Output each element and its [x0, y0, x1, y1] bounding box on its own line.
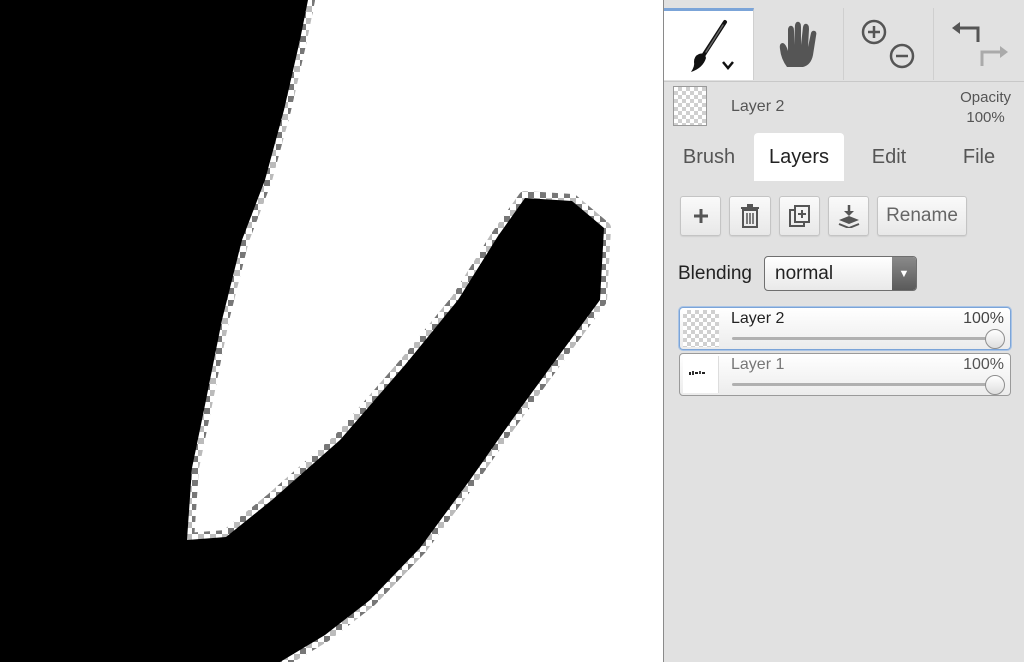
hand-icon: [779, 21, 816, 67]
layer-opacity: 100%: [963, 356, 1004, 373]
current-layer-info: Layer 2 Opacity 100%: [664, 82, 1024, 132]
blending-value: normal: [775, 263, 834, 284]
layer-name: Layer 1: [731, 356, 785, 373]
layer-row-layer-2[interactable]: Layer 2 100%: [679, 307, 1011, 350]
zoom-tool-button[interactable]: [844, 8, 934, 80]
layer-thumbnail: [683, 356, 719, 393]
undo-redo-icon: [952, 22, 1008, 66]
zoom-in-out-icon: [861, 19, 914, 69]
layer-row-layer-1[interactable]: Layer 1 100%: [679, 353, 1011, 396]
drawing-canvas[interactable]: [0, 0, 663, 662]
tab-edit[interactable]: Edit: [844, 133, 934, 181]
current-layer-name: Layer 2: [731, 98, 785, 115]
layer-opacity-slider-track[interactable]: [732, 383, 988, 386]
tab-brush[interactable]: Brush: [664, 133, 754, 181]
blending-select[interactable]: normal ▼: [764, 256, 917, 291]
layer-name: Layer 2: [731, 310, 785, 327]
brush-tool-button[interactable]: [664, 8, 754, 80]
duplicate-icon: [788, 205, 810, 227]
current-layer-thumbnail[interactable]: [673, 86, 707, 126]
merge-down-button[interactable]: [828, 196, 869, 236]
delete-layer-button[interactable]: [729, 196, 771, 236]
trash-icon: [741, 204, 759, 228]
layer-opacity-slider-handle[interactable]: [985, 329, 1005, 349]
opacity-value: 100%: [966, 109, 1005, 126]
blending-label: Blending: [678, 263, 752, 284]
tab-file[interactable]: File: [934, 133, 1024, 181]
canvas-artwork: [0, 0, 611, 662]
hand-tool-button[interactable]: [754, 8, 844, 80]
brush-icon: [690, 19, 734, 72]
duplicate-layer-button[interactable]: [779, 196, 820, 236]
layers-panel: Rename Blending normal ▼ Layer 2 100% La…: [664, 181, 1024, 662]
panel-tabs: Brush Layers Edit File: [664, 133, 1024, 181]
undo-redo-tool-button[interactable]: [934, 8, 1024, 80]
plus-icon: [693, 209, 708, 223]
side-panel: Layer 2 Opacity 100% Brush Layers Edit F…: [663, 0, 1024, 662]
layer-opacity-slider-track[interactable]: [732, 337, 988, 340]
opacity-label: Opacity: [960, 89, 1011, 106]
layer-opacity-slider-handle[interactable]: [985, 375, 1005, 395]
dropdown-arrow-icon: ▼: [892, 257, 916, 290]
toolbar: [664, 0, 1024, 82]
layer-opacity: 100%: [963, 310, 1004, 327]
layer-thumbnail: [683, 310, 719, 347]
add-layer-button[interactable]: [680, 196, 721, 236]
layer-thumbnail-artwork: [689, 371, 705, 375]
tab-layers[interactable]: Layers: [754, 133, 844, 181]
merge-down-icon: [838, 205, 859, 228]
rename-layer-button[interactable]: Rename: [877, 196, 967, 236]
current-layer-opacity[interactable]: Opacity 100%: [960, 88, 1011, 128]
